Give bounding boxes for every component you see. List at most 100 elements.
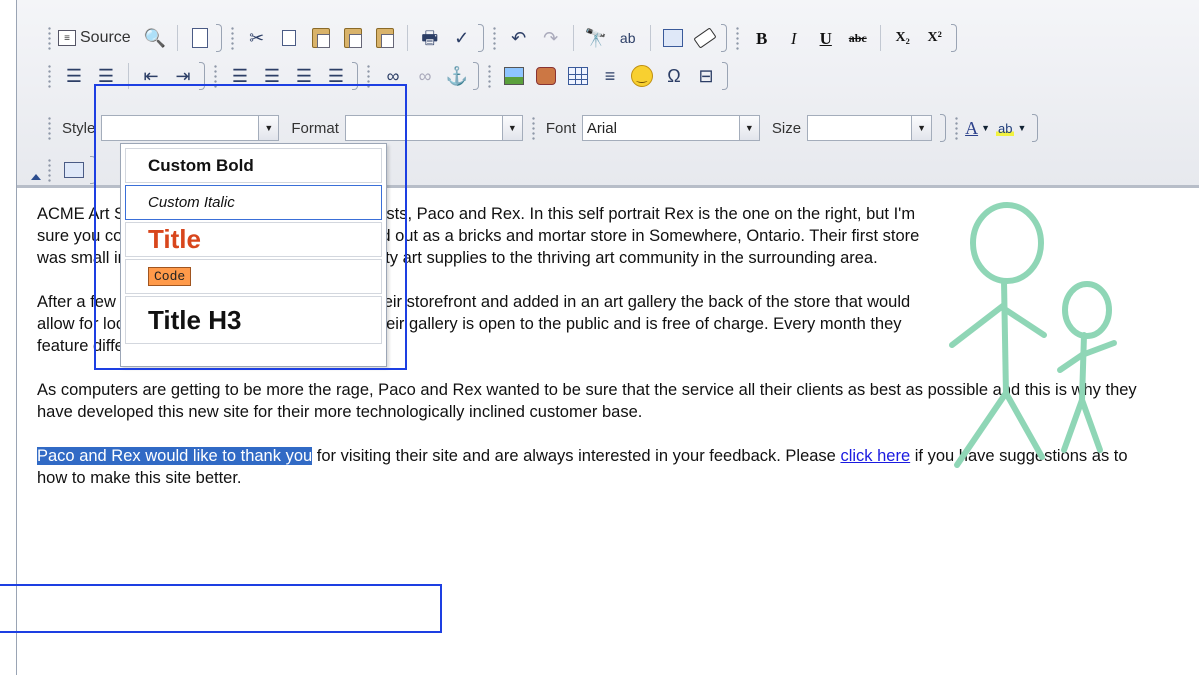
preview-icon[interactable]: 🔍 [141,24,169,52]
copy-icon[interactable] [275,24,303,52]
table-icon[interactable] [564,62,592,90]
bulleted-list-icon[interactable]: ☰ [92,62,120,90]
chevron-down-icon[interactable]: ▼ [738,116,759,140]
style-option-label: Code [148,267,192,286]
special-char-icon[interactable]: Ω [660,62,688,90]
toolbar-grip [530,116,536,140]
toolbar-row-4 [47,152,104,188]
paste-word-icon[interactable] [371,24,399,52]
collapse-toolbar-icon[interactable] [31,174,41,180]
font-select[interactable]: Arial ▼ [581,115,760,141]
toolbar-separator [572,25,574,51]
toolbar-group-end [199,62,205,90]
align-left-icon[interactable]: ☰ [226,62,254,90]
style-option-label: Title H3 [148,304,242,335]
style-select[interactable]: ▼ [101,115,280,141]
toolbar-separator [128,63,129,89]
smiley-icon[interactable] [628,62,656,90]
anchor-icon[interactable]: ⚓ [443,62,471,90]
align-right-icon[interactable]: ☰ [290,62,318,90]
subscript-button[interactable]: X₂ [889,24,917,52]
source-icon: ≡ [58,30,76,46]
font-select-value: Arial [586,119,617,137]
style-option-label: Custom Italic [148,194,235,211]
print-icon[interactable]: 🖶 [416,24,444,52]
toolbar-grip [366,64,371,88]
align-center-icon[interactable]: ☰ [258,62,286,90]
toolbar-grip[interactable] [47,26,52,50]
paste-text-icon[interactable] [339,24,367,52]
superscript-button[interactable]: X² [921,24,949,52]
toolbar-group-end [477,24,484,52]
select-all-icon[interactable] [659,24,687,52]
text-color-icon: A [965,117,979,138]
flash-icon[interactable] [532,62,560,90]
align-justify-icon[interactable]: ☰ [322,62,350,90]
chevron-down-icon: ▼ [1017,123,1027,133]
replace-icon[interactable]: ab [614,24,642,52]
redo-icon[interactable]: ↷ [537,24,565,52]
remove-format-icon[interactable] [691,24,719,52]
toolbar-separator [406,25,408,51]
templates-icon[interactable] [186,24,214,52]
toolbar-group-end [950,24,957,52]
font-label: Font [545,119,576,137]
self-portrait-image [949,202,1117,468]
source-button[interactable]: ≡ Source [58,29,131,47]
maximize-icon[interactable] [60,156,88,184]
toolbar-group-end [90,156,96,184]
chevron-down-icon[interactable]: ▼ [258,116,279,140]
toolbar-separator [649,25,651,51]
size-label: Size [771,119,802,137]
page-break-icon[interactable]: ⊟ [692,62,720,90]
toolbar-grip [734,26,740,50]
click-here-link[interactable]: click here [840,447,910,465]
style-option-custom-italic[interactable]: Custom Italic [125,185,382,220]
selected-text[interactable]: Paco and Rex would like to thank you [37,447,313,465]
paragraph-thanks-text: for visiting their site and are always i… [312,447,841,465]
style-option-label: Title [148,224,201,254]
bg-color-icon: ab [996,120,1015,136]
source-label: Source [80,29,131,46]
bold-button[interactable]: B [748,24,776,52]
toolbar-group-end [940,114,947,142]
toolbar-grip [213,64,218,88]
bg-color-button[interactable]: ab ▼ [996,120,1027,136]
unlink-icon[interactable]: ∞ [411,62,439,90]
horizontal-rule-icon[interactable]: ≡ [596,62,624,90]
toolbar-separator [879,25,881,51]
toolbar-group-end [473,62,479,90]
toolbar-grip [954,116,960,140]
underline-button[interactable]: U [812,24,840,52]
chevron-down-icon[interactable]: ▼ [911,116,932,140]
toolbar-separator [176,25,178,51]
toolbar-grip [491,26,497,50]
cut-icon[interactable]: ✂ [243,24,271,52]
link-icon[interactable]: ∞ [379,62,407,90]
style-option-custom-bold[interactable]: Custom Bold [125,148,382,183]
style-option-title-h3[interactable]: Title H3 [125,296,382,344]
toolbar-grip [229,26,235,50]
numbered-list-icon[interactable]: ☰ [60,62,88,90]
undo-icon[interactable]: ↶ [505,24,533,52]
style-dropdown-panel: Custom Bold Custom Italic Title Code Tit… [120,143,387,367]
italic-button[interactable]: I [780,24,808,52]
text-color-button[interactable]: A ▼ [965,118,990,139]
style-option-title[interactable]: Title [125,222,382,257]
toolbar-group-end [722,62,728,90]
paste-icon[interactable] [307,24,335,52]
toolbar-row-2: ☰ ☰ ⇤ ⇥ ☰ ☰ ☰ ☰ ∞ ∞ ⚓ ≡ Ω ⊟ [47,58,736,94]
find-icon[interactable]: 🔭 [582,24,610,52]
toolbar-row-3: Style ▼ Format ▼ Font Arial ▼ Size ▼ A ▼… [47,110,1046,146]
style-option-code[interactable]: Code [125,259,382,294]
spellcheck-icon[interactable]: ✓ [448,24,476,52]
outdent-icon[interactable]: ⇤ [137,62,165,90]
chevron-down-icon[interactable]: ▼ [501,116,522,140]
toolbar-group-end [215,24,222,52]
image-icon[interactable] [500,62,528,90]
strikethrough-button[interactable]: abc [844,24,872,52]
size-select[interactable]: ▼ [807,115,933,141]
format-select[interactable]: ▼ [344,115,523,141]
indent-icon[interactable]: ⇥ [169,62,197,90]
toolbar-grip [487,64,492,88]
